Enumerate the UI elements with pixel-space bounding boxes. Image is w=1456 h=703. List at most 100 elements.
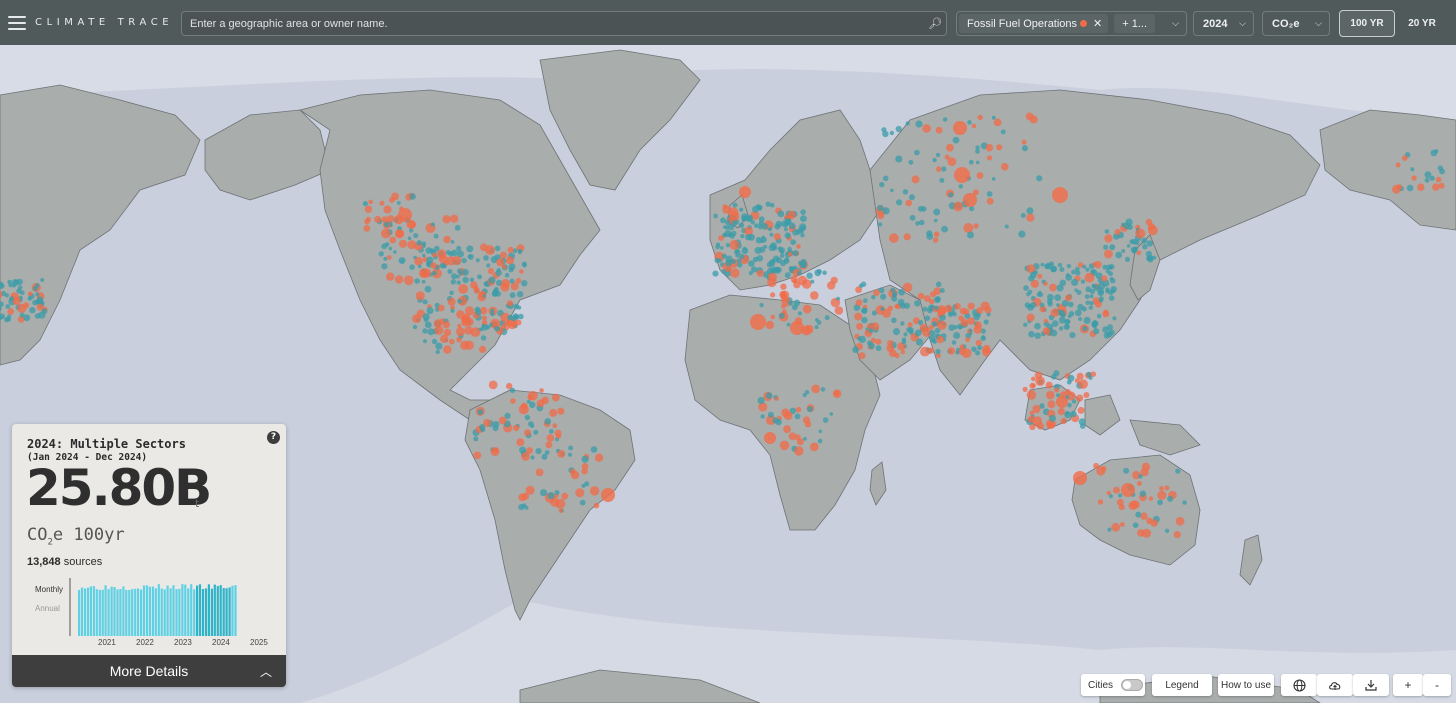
- emission-source-dot[interactable]: [761, 237, 767, 243]
- emission-source-dot[interactable]: [513, 424, 520, 432]
- emission-source-dot[interactable]: [1084, 294, 1090, 299]
- emission-source-dot[interactable]: [430, 262, 437, 269]
- emission-source-dot[interactable]: [1070, 410, 1077, 418]
- emission-source-dot[interactable]: [952, 312, 957, 317]
- emission-source-dot[interactable]: [485, 245, 495, 255]
- emission-source-dot[interactable]: [1049, 283, 1057, 292]
- emission-source-dot[interactable]: [529, 401, 536, 408]
- emission-source-dot[interactable]: [787, 210, 796, 220]
- emission-source-dot[interactable]: [933, 218, 938, 223]
- emission-source-dot[interactable]: [1018, 230, 1026, 238]
- emission-source-dot[interactable]: [442, 215, 451, 224]
- emission-source-dot[interactable]: [539, 388, 544, 393]
- emission-source-dot[interactable]: [907, 322, 913, 328]
- emission-source-dot[interactable]: [1167, 495, 1174, 502]
- emission-source-dot[interactable]: [409, 264, 415, 271]
- emission-source-dot[interactable]: [415, 291, 425, 301]
- emission-source-dot[interactable]: [1109, 244, 1116, 251]
- emission-source-dot[interactable]: [379, 200, 385, 206]
- emission-source-dot[interactable]: [802, 304, 812, 314]
- emission-source-dot[interactable]: [398, 239, 408, 248]
- emission-source-dot[interactable]: [973, 223, 979, 229]
- emission-source-dot[interactable]: [581, 468, 588, 475]
- emission-source-dot[interactable]: [1037, 273, 1043, 279]
- view-annual[interactable]: Annual: [35, 604, 60, 613]
- emission-source-dot[interactable]: [398, 257, 406, 264]
- emission-source-dot[interactable]: [870, 337, 877, 343]
- emission-source-dot[interactable]: [1106, 331, 1113, 338]
- emission-source-dot[interactable]: [1395, 162, 1401, 168]
- emission-source-dot[interactable]: [933, 231, 940, 238]
- emission-source-dot[interactable]: [1066, 379, 1072, 385]
- emission-source-dot[interactable]: [975, 350, 981, 356]
- emission-source-dot[interactable]: [932, 339, 938, 344]
- emission-source-dot[interactable]: [797, 311, 803, 316]
- how-to-use-button[interactable]: How to use: [1218, 674, 1274, 696]
- emission-source-dot[interactable]: [929, 330, 936, 337]
- emission-source-dot[interactable]: [796, 244, 801, 249]
- emission-source-dot[interactable]: [4, 293, 10, 298]
- emission-source-dot[interactable]: [752, 256, 759, 263]
- emission-source-dot[interactable]: [422, 253, 426, 258]
- emission-source-dot[interactable]: [1050, 265, 1058, 273]
- emission-source-dot[interactable]: [824, 315, 830, 321]
- emission-source-dot[interactable]: [991, 177, 996, 181]
- emission-source-dot[interactable]: [975, 339, 982, 346]
- emission-source-dot[interactable]: [1076, 290, 1082, 295]
- emission-source-dot[interactable]: [1034, 332, 1041, 339]
- emission-source-dot[interactable]: [455, 274, 460, 279]
- emission-source-dot[interactable]: [800, 209, 806, 215]
- emission-source-dot[interactable]: [432, 252, 437, 258]
- emission-source-dot[interactable]: [936, 335, 944, 344]
- emission-source-dot[interactable]: [1035, 376, 1045, 387]
- emission-source-dot[interactable]: [720, 246, 724, 250]
- emission-source-dot[interactable]: [1121, 483, 1135, 497]
- emission-source-dot[interactable]: [1077, 406, 1085, 414]
- emission-source-dot[interactable]: [917, 292, 925, 300]
- emission-source-dot[interactable]: [768, 227, 773, 232]
- emission-source-dot[interactable]: [770, 266, 778, 274]
- emission-source-dot[interactable]: [739, 186, 751, 198]
- emission-source-dot[interactable]: [1049, 414, 1056, 422]
- sector-filter[interactable]: Fossil Fuel Operations ✕ + 1... ⌵: [956, 11, 1187, 36]
- emission-source-dot[interactable]: [924, 315, 931, 322]
- emission-source-dot[interactable]: [19, 312, 25, 318]
- emission-source-dot[interactable]: [447, 297, 456, 306]
- emission-source-dot[interactable]: [589, 486, 600, 496]
- emission-source-dot[interactable]: [1083, 392, 1090, 398]
- emission-source-dot[interactable]: [568, 445, 574, 451]
- emission-source-dot[interactable]: [794, 413, 801, 420]
- emission-source-dot[interactable]: [1042, 327, 1051, 335]
- emission-source-dot[interactable]: [517, 305, 522, 310]
- emission-source-dot[interactable]: [967, 231, 974, 239]
- emission-source-dot[interactable]: [854, 312, 863, 321]
- emission-source-dot[interactable]: [868, 328, 874, 334]
- emission-source-dot[interactable]: [1439, 168, 1445, 175]
- emission-source-dot[interactable]: [799, 229, 804, 234]
- emission-source-dot[interactable]: [431, 338, 438, 345]
- emission-source-dot[interactable]: [1056, 396, 1068, 408]
- emission-source-dot[interactable]: [381, 243, 388, 250]
- emission-source-dot[interactable]: [554, 490, 560, 495]
- emission-source-dot[interactable]: [732, 202, 738, 208]
- emission-source-dot[interactable]: [1026, 292, 1031, 297]
- emission-source-dot[interactable]: [595, 453, 604, 462]
- emission-source-dot[interactable]: [1135, 228, 1146, 239]
- emission-source-dot[interactable]: [1096, 313, 1102, 319]
- emission-source-dot[interactable]: [1102, 326, 1109, 333]
- emission-source-dot[interactable]: [494, 245, 501, 252]
- emission-source-dot[interactable]: [1050, 308, 1059, 317]
- emission-source-dot[interactable]: [804, 324, 814, 334]
- emission-source-dot[interactable]: [1089, 300, 1094, 306]
- emission-source-dot[interactable]: [967, 317, 975, 325]
- emission-source-dot[interactable]: [1438, 182, 1445, 189]
- emission-source-dot[interactable]: [727, 232, 732, 237]
- emission-source-dot[interactable]: [581, 455, 589, 463]
- emission-source-dot[interactable]: [948, 312, 953, 318]
- emission-source-dot[interactable]: [993, 118, 1002, 127]
- emission-source-dot[interactable]: [1029, 115, 1038, 124]
- emission-source-dot[interactable]: [389, 236, 397, 244]
- emission-source-dot[interactable]: [796, 438, 804, 446]
- emission-source-dot[interactable]: [1059, 279, 1067, 286]
- emission-source-dot[interactable]: [561, 492, 569, 500]
